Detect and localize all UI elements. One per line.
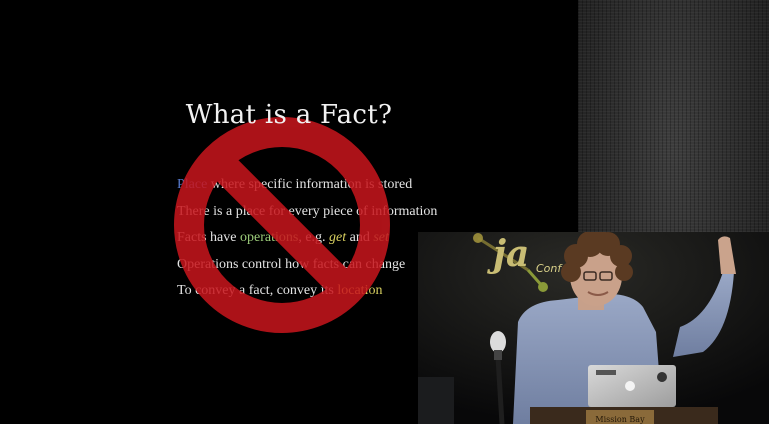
podium: Mission Bay xyxy=(530,407,718,424)
video-frame: What is a Fact? Place where specific inf… xyxy=(0,0,769,424)
banner-logo-text: ja xyxy=(487,233,529,275)
highlight-location: location xyxy=(337,283,383,298)
bullet-item: Place where specific information is stor… xyxy=(177,177,413,192)
bullet-item: There is a place for every piece of info… xyxy=(177,203,438,219)
banner-text: Conf xyxy=(536,262,563,275)
speaker-video-inset: ja Conf Mission Bay xyxy=(418,232,769,424)
bullet-list: Place where specific information is stor… xyxy=(177,176,437,309)
highlight-operations: operations xyxy=(239,230,299,245)
bullet-item: Operations control how facts can change xyxy=(177,256,406,272)
bullet-item: Facts have operations, e.g. get and set xyxy=(177,230,389,245)
apple-logo-icon xyxy=(625,381,635,391)
highlight-place: Place xyxy=(177,177,208,192)
laptop xyxy=(588,365,676,407)
slide-title: What is a Fact? xyxy=(185,100,393,130)
highlight-set: set xyxy=(373,230,389,245)
highlight-get: get xyxy=(329,230,347,245)
podium-sign: Mission Bay xyxy=(595,415,645,424)
bullet-item: To convey a fact, convey its location xyxy=(177,283,383,298)
